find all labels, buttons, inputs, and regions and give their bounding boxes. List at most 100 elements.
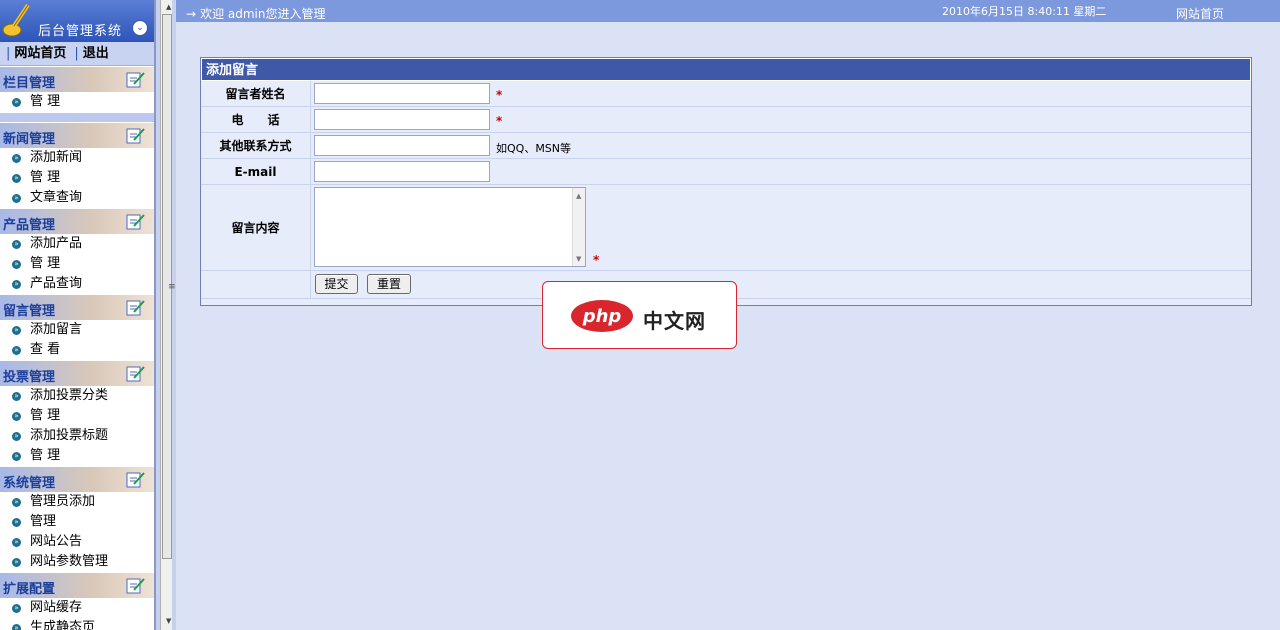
menu-group-title: 产品管理 (3, 218, 56, 233)
menu-item[interactable]: » 添加投票分类 (0, 386, 154, 406)
bullet-arrow-icon: » (12, 154, 21, 163)
scroll-down-arrow-icon[interactable]: ▼ (576, 255, 581, 263)
php-logo-icon: php (571, 300, 633, 332)
bullet-arrow-icon: » (12, 518, 21, 527)
menu-item[interactable]: » 管理 (0, 512, 154, 532)
menu-group-title: 新闻管理 (3, 132, 56, 147)
php-cn-watermark: php 中文网 (542, 281, 737, 349)
frame-divider: ▲ ≡ ▼ (155, 0, 176, 630)
content-textarea[interactable]: ▲ ▼ (314, 187, 586, 267)
sidebar-scrollbar[interactable]: ▲ ≡ ▼ (160, 0, 176, 630)
logout-link[interactable]: 退出 (83, 46, 109, 61)
menu-item-label: 产品查询 (30, 276, 83, 291)
menu-item[interactable]: » 网站参数管理 (0, 552, 154, 572)
menu-item-label: 网站公告 (30, 534, 83, 549)
menu-group-header[interactable]: 投票管理 (0, 360, 154, 386)
email-label: E-mail (201, 159, 311, 184)
menu-group-header[interactable]: 扩展配置 (0, 572, 154, 598)
menu-spacer (0, 112, 154, 122)
menu-group-header[interactable]: 产品管理 (0, 208, 154, 234)
broom-logo-icon (2, 3, 30, 37)
required-mark: * (496, 88, 503, 102)
other-contact-input[interactable] (314, 135, 490, 156)
submit-button[interactable]: 提交 (315, 274, 358, 294)
menu-item-label: 管 理 (30, 94, 61, 109)
menu-group-messages: 留言管理 » 添加留言 » 查 看 (0, 294, 154, 360)
menu-item[interactable]: » 网站缓存 (0, 598, 154, 618)
scroll-up-arrow-icon[interactable]: ▲ (576, 192, 581, 200)
bullet-arrow-icon: » (12, 346, 21, 355)
edit-note-icon (126, 472, 145, 488)
menu-item[interactable]: » 添加留言 (0, 320, 154, 340)
collapse-icon[interactable]: ⌄ (132, 20, 148, 36)
menu-item[interactable]: » 产品查询 (0, 274, 154, 294)
menu-item[interactable]: » 查 看 (0, 340, 154, 360)
menu-group-title: 留言管理 (3, 304, 56, 319)
menu-item-label: 添加产品 (30, 236, 83, 251)
bullet-arrow-icon: » (12, 326, 21, 335)
form-row-other-contact: 其他联系方式 如QQ、MSN等 (201, 133, 1251, 159)
menu-group-system: 系统管理 » 管理员添加 » 管理 » 网站公告 » 网站参数管理 (0, 466, 154, 572)
menu-item[interactable]: » 管 理 (0, 446, 154, 466)
name-input[interactable] (314, 83, 490, 104)
reset-button[interactable]: 重置 (367, 274, 411, 294)
empty-label (201, 271, 311, 298)
email-input[interactable] (314, 161, 490, 182)
menu-item-label: 管 理 (30, 170, 61, 185)
split-handle-icon[interactable]: ≡ (168, 282, 176, 292)
textarea-scrollbar[interactable]: ▲ ▼ (572, 188, 585, 266)
add-message-panel: 添加留言 留言者姓名 * 电 话 * 其他联系方式 如QQ、MSN等 E-mai… (200, 57, 1252, 306)
menu-item[interactable]: » 管 理 (0, 92, 154, 112)
menu-group-header[interactable]: 系统管理 (0, 466, 154, 492)
menu-item[interactable]: » 添加投票标题 (0, 426, 154, 446)
menu-item-label: 添加投票分类 (30, 388, 109, 403)
panel-title: 添加留言 (201, 58, 1251, 81)
menu-item[interactable]: » 管 理 (0, 168, 154, 188)
menu-group-extensions: 扩展配置 » 网站缓存 » 生成静态页 (0, 572, 154, 630)
menu-item[interactable]: » 管 理 (0, 406, 154, 426)
form-row-name: 留言者姓名 * (201, 81, 1251, 107)
welcome-message: → 欢迎 admin您进入管理 (186, 5, 325, 22)
scroll-up-arrow-icon[interactable]: ▲ (166, 3, 171, 11)
bullet-arrow-icon: » (12, 604, 21, 613)
home-link[interactable]: 网站首页 (14, 46, 66, 61)
scroll-down-arrow-icon[interactable]: ▼ (166, 617, 171, 625)
menu-group-header[interactable]: 新闻管理 (0, 122, 154, 148)
menu-item[interactable]: » 添加产品 (0, 234, 154, 254)
menu-item-label: 添加投票标题 (30, 428, 109, 443)
home-link[interactable]: 网站首页 (1176, 5, 1224, 22)
menu-item-label: 网站参数管理 (30, 554, 109, 569)
menu-item[interactable]: » 网站公告 (0, 532, 154, 552)
bullet-arrow-icon: » (12, 260, 21, 269)
arrow-right-icon: → (186, 7, 197, 21)
edit-note-icon (126, 300, 145, 316)
menu-group-title: 系统管理 (3, 476, 56, 491)
menu-item[interactable]: » 管理员添加 (0, 492, 154, 512)
menu-group-header[interactable]: 留言管理 (0, 294, 154, 320)
phone-input[interactable] (314, 109, 490, 130)
edit-note-icon (126, 72, 145, 88)
menu-item[interactable]: » 文章查询 (0, 188, 154, 208)
other-contact-label: 其他联系方式 (201, 133, 311, 158)
bullet-arrow-icon: » (12, 538, 21, 547)
menu-item-label: 管 理 (30, 448, 61, 463)
bullet-arrow-icon: » (12, 558, 21, 567)
menu-item[interactable]: » 添加新闻 (0, 148, 154, 168)
content-label: 留言内容 (201, 185, 311, 270)
menu-group-header[interactable]: 栏目管理 (0, 66, 154, 92)
menu-item[interactable]: » 管 理 (0, 254, 154, 274)
top-bar: → 欢迎 admin您进入管理 2010年6月15日 8:40:11 星期二 网站… (176, 0, 1280, 22)
left-nav-frame: 后台管理系统 ⌄ | 网站首页 | 退出 栏目管理 » 管 理 新闻管理 » 添加新闻 »… (0, 0, 155, 630)
bullet-arrow-icon: » (12, 392, 21, 401)
current-datetime: 2010年6月15日 8:40:11 星期二 (942, 5, 1107, 18)
menu-group-title: 扩展配置 (3, 582, 56, 597)
menu-item-label: 添加新闻 (30, 150, 83, 165)
menu-item-label: 管 理 (30, 408, 61, 423)
menu-item[interactable]: » 生成静态页 (0, 618, 154, 630)
sidebar-title: 后台管理系统 (38, 24, 123, 39)
bullet-arrow-icon: » (12, 624, 21, 630)
separator: | (6, 46, 11, 61)
welcome-text: 欢迎 admin您进入管理 (200, 7, 326, 21)
menu-item-label: 管 理 (30, 256, 61, 271)
menu-item-label: 管理员添加 (30, 494, 96, 509)
